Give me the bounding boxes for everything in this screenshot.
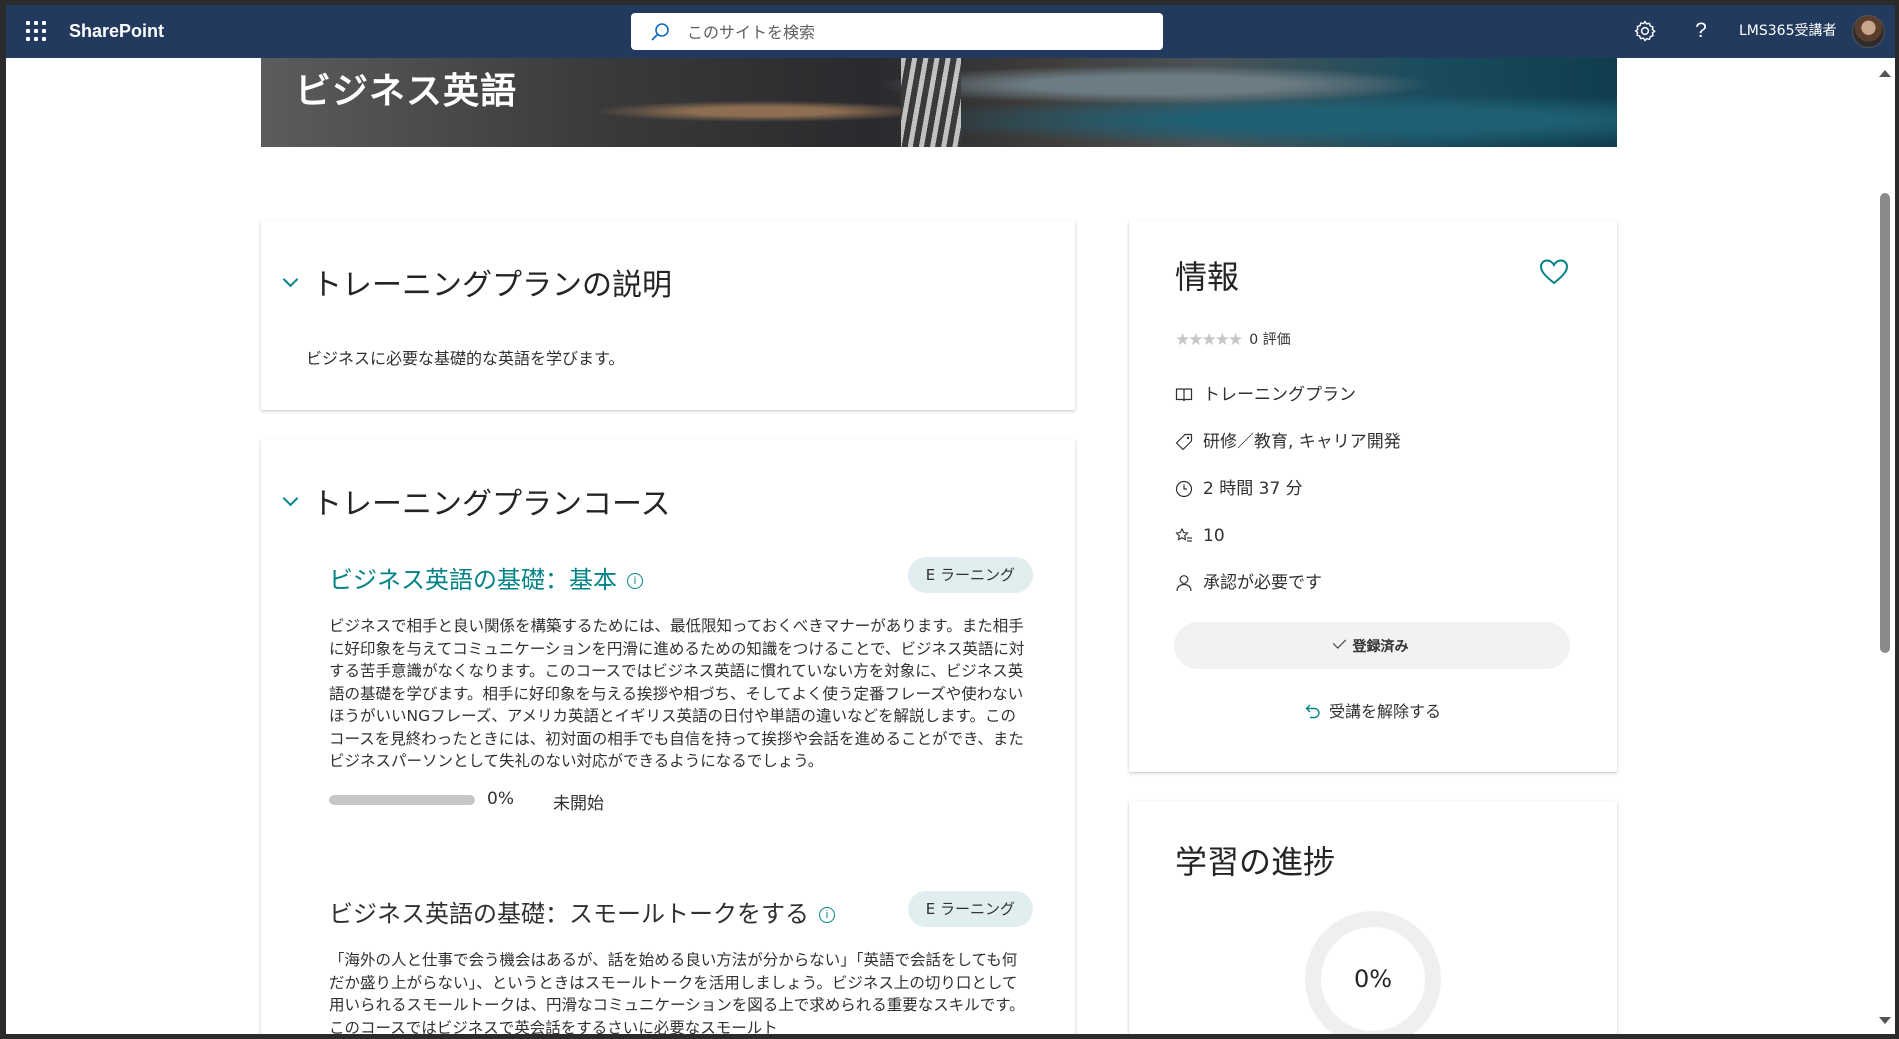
info-icon[interactable]: i xyxy=(627,573,643,589)
progress-donut-label: 0% xyxy=(1353,965,1393,993)
rating-stars: ★★★★★ xyxy=(1175,330,1244,350)
course-item: ビジネス英語の基礎：スモールトークをする i E ラーニング 「海外の人と仕事で会… xyxy=(329,891,1033,1034)
search-input[interactable] xyxy=(685,13,1149,52)
meta-approval-label: 承認が必要です xyxy=(1203,573,1322,593)
meta-duration-label: 2 時間 37 分 xyxy=(1203,479,1303,499)
chevron-down-icon[interactable] xyxy=(282,490,299,507)
course-type-badge: E ラーニング xyxy=(907,891,1033,927)
browser-window: SharePoint ? LMS365受講者 ビジネス英語 トレーニングプランの… xyxy=(6,5,1895,1034)
settings-gear-icon[interactable] xyxy=(1633,19,1657,43)
progress-card-heading: 学習の進捗 xyxy=(1175,843,1336,881)
learning-progress-card: 学習の進捗 0% xyxy=(1129,801,1617,1034)
progress-percent: 0% xyxy=(487,788,514,809)
description-heading[interactable]: トレーニングプランの説明 xyxy=(282,260,672,304)
search-icon xyxy=(651,23,669,41)
description-card: トレーニングプランの説明 ビジネスに必要な基礎的な英語を学びます。 xyxy=(261,220,1075,410)
page-scrollbar[interactable] xyxy=(1875,58,1895,1034)
unenroll-link-label[interactable]: 受講を解除する xyxy=(1329,702,1441,721)
enrolled-button[interactable]: 登録済み xyxy=(1174,622,1570,669)
help-icon[interactable]: ? xyxy=(1689,13,1713,49)
tag-icon xyxy=(1175,433,1193,451)
rating-star-icon: ★ xyxy=(1228,330,1244,350)
undo-icon xyxy=(1305,704,1320,719)
suite-bar: SharePoint ? LMS365受講者 xyxy=(6,5,1895,58)
course-item: ビジネス英語の基礎：基本 i E ラーニング ビジネスで相手と良い関係を構築するた… xyxy=(329,557,1033,814)
course-type-badge: E ラーニング xyxy=(907,557,1033,593)
info-heading: 情報 xyxy=(1175,258,1240,296)
course-description: 「海外の人と仕事で会う機会はあるが、話を始める良い方法が分からない」「英語で会話… xyxy=(329,951,1025,1034)
chevron-down-icon[interactable] xyxy=(282,271,299,288)
meta-type-label: トレーニングプラン xyxy=(1203,385,1356,405)
app-launcher-icon[interactable] xyxy=(26,21,48,43)
user-name[interactable]: LMS365受講者 xyxy=(1739,5,1837,58)
progress-bar xyxy=(329,794,475,805)
course-title-text[interactable]: ビジネス英語の基礎：基本 xyxy=(329,566,617,594)
hero-image-detail xyxy=(901,58,961,147)
person-icon xyxy=(1176,575,1192,592)
course-description: ビジネスで相手と良い関係を構築するためには、最低限知っておくべきマナーがあります… xyxy=(329,617,1025,770)
info-card: 情報 ★★★★★ 0 評価 トレーニングプラン 研修／教育, キャリア開発 2 時… xyxy=(1129,220,1617,772)
course-progress: 0% 未開始 xyxy=(329,788,1029,814)
favorite-heart-icon[interactable] xyxy=(1539,258,1569,286)
meta-categories-label: 研修／教育, キャリア開発 xyxy=(1203,432,1401,452)
rating: ★★★★★ 0 評価 xyxy=(1175,330,1291,350)
checkmark-icon xyxy=(1332,634,1346,649)
brand-title[interactable]: SharePoint xyxy=(69,5,164,58)
courses-heading[interactable]: トレーニングプランコース xyxy=(282,479,671,523)
enrolled-button-label: 登録済み xyxy=(1352,638,1409,655)
description-heading-label: トレーニングプランの説明 xyxy=(312,268,672,303)
clock-icon xyxy=(1175,480,1193,498)
hero-banner: ビジネス英語 xyxy=(261,58,1617,147)
star-list-icon xyxy=(1175,528,1192,542)
courses-heading-label: トレーニングプランコース xyxy=(312,487,671,522)
unenroll-link[interactable]: 受講を解除する xyxy=(1129,698,1615,722)
book-icon xyxy=(1175,388,1193,402)
scrollbar-thumb[interactable] xyxy=(1880,193,1890,653)
user-avatar[interactable] xyxy=(1852,15,1885,48)
scroll-down-arrow-icon[interactable] xyxy=(1879,1017,1891,1024)
scroll-up-arrow-icon[interactable] xyxy=(1879,70,1891,77)
info-icon[interactable]: i xyxy=(819,907,835,923)
description-text: ビジネスに必要な基礎的な英語を学びます。 xyxy=(306,349,625,368)
progress-status: 未開始 xyxy=(553,793,604,814)
rating-label: 0 評価 xyxy=(1249,332,1291,348)
courses-card: トレーニングプランコース ビジネス英語の基礎：基本 i E ラーニング ビジネスで… xyxy=(261,439,1075,1034)
search-box[interactable] xyxy=(631,13,1163,52)
meta-points-label: 10 xyxy=(1203,526,1225,546)
course-title-text[interactable]: ビジネス英語の基礎：スモールトークをする xyxy=(329,900,809,928)
page-title: ビジネス英語 xyxy=(295,71,518,112)
